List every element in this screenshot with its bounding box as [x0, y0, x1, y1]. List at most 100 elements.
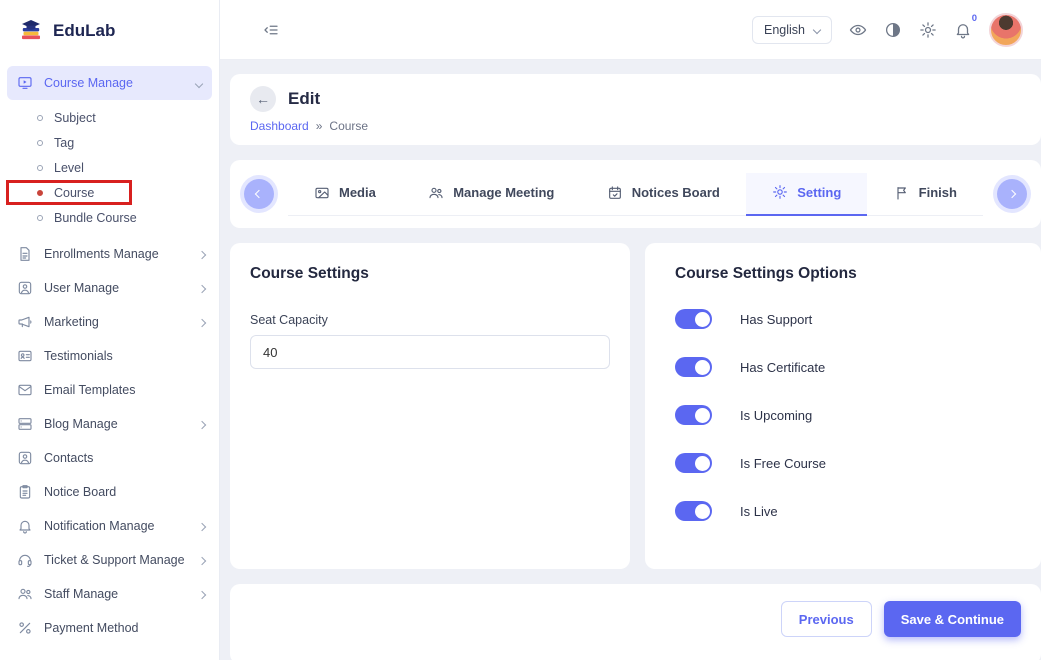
chevron-right-icon	[199, 519, 205, 533]
staff-icon	[17, 586, 33, 602]
tab-strip: Media Manage Meeting Notices Board Setti…	[288, 173, 983, 216]
has-certificate-toggle[interactable]	[675, 357, 712, 377]
chevron-right-icon	[199, 247, 205, 261]
sidebar-item-marketing[interactable]: Marketing	[0, 305, 219, 339]
app-root: EduLab Course Manage Subject Tag Level C…	[0, 0, 1041, 660]
language-value: English	[764, 23, 805, 37]
sidebar-nav: Course Manage Subject Tag Level Course B…	[0, 62, 219, 645]
user-avatar[interactable]	[989, 13, 1023, 47]
sidebar-item-testimonials[interactable]: Testimonials	[0, 339, 219, 373]
sidebar-item-notice-board[interactable]: Notice Board	[0, 475, 219, 509]
course-manage-icon	[17, 75, 33, 91]
sidebar-item-payment-method[interactable]: Payment Method	[0, 611, 219, 645]
is-live-toggle[interactable]	[675, 501, 712, 521]
tab-media[interactable]: Media	[288, 173, 402, 215]
blog-icon	[17, 416, 33, 432]
sidebar-item-label: Email Templates	[44, 383, 135, 397]
tabs-scroll-left-button[interactable]	[244, 179, 274, 209]
bullet-icon	[37, 190, 43, 196]
sidebar-item-course-manage[interactable]: Course Manage	[7, 66, 212, 100]
subitem-label: Bundle Course	[54, 211, 137, 225]
sidebar-subitem-subject[interactable]: Subject	[0, 105, 219, 130]
page-title: Edit	[288, 89, 320, 109]
contacts-icon	[17, 450, 33, 466]
page-content: ← Edit Dashboard » Course Media	[220, 60, 1041, 660]
chevron-right-icon	[199, 417, 205, 431]
is-upcoming-toggle[interactable]	[675, 405, 712, 425]
subitem-label: Level	[54, 161, 84, 175]
bullet-icon	[37, 140, 43, 146]
sidebar-item-notification-manage[interactable]: Notification Manage	[0, 509, 219, 543]
chevron-right-icon	[199, 281, 205, 295]
page-head-card: ← Edit Dashboard » Course	[230, 74, 1041, 145]
toggle-list: Has Support Has Certificate Is Upcoming	[675, 295, 1021, 535]
breadcrumb: Dashboard » Course	[250, 119, 1021, 133]
toggle-row-is-free-course: Is Free Course	[675, 439, 1021, 487]
breadcrumb-separator: »	[316, 119, 323, 133]
previous-button[interactable]: Previous	[781, 601, 872, 637]
bullet-icon	[37, 165, 43, 171]
toggle-row-is-live: Is Live	[675, 487, 1021, 535]
headset-icon	[17, 552, 33, 568]
course-settings-options-card: Course Settings Options Has Support Has …	[645, 243, 1041, 569]
tab-notices-board[interactable]: Notices Board	[581, 173, 746, 215]
course-submenu: Subject Tag Level Course Bundle Course	[0, 105, 219, 230]
sidebar: EduLab Course Manage Subject Tag Level C…	[0, 0, 220, 660]
settings-gear-icon[interactable]	[919, 21, 937, 39]
sidebar-item-contacts[interactable]: Contacts	[0, 441, 219, 475]
language-select[interactable]: English	[752, 16, 832, 44]
topbar-right: English 0	[752, 13, 1023, 47]
course-settings-card: Course Settings Seat Capacity	[230, 243, 630, 569]
theme-contrast-icon[interactable]	[884, 21, 902, 39]
breadcrumb-dashboard-link[interactable]: Dashboard	[250, 119, 309, 133]
tab-manage-meeting[interactable]: Manage Meeting	[402, 173, 580, 215]
has-support-toggle[interactable]	[675, 309, 712, 329]
percent-icon	[17, 620, 33, 636]
gear-icon	[772, 184, 788, 200]
sidebar-subitem-level[interactable]: Level	[0, 155, 219, 180]
toggle-row-is-upcoming: Is Upcoming	[675, 391, 1021, 439]
toggle-label: Is Upcoming	[740, 408, 812, 423]
sidebar-item-label: Notification Manage	[44, 519, 154, 533]
subitem-label: Tag	[54, 136, 74, 150]
sidebar-item-label: Marketing	[44, 315, 99, 329]
edulab-logo[interactable]: EduLab	[0, 0, 219, 62]
chevron-right-icon	[199, 553, 205, 567]
chevron-right-icon	[199, 587, 205, 601]
wizard-footer-card: Previous Save & Continue	[230, 584, 1041, 660]
user-icon	[17, 280, 33, 296]
sidebar-item-label: Course Manage	[44, 76, 133, 90]
sidebar-subitem-tag[interactable]: Tag	[0, 130, 219, 155]
sidebar-item-email-templates[interactable]: Email Templates	[0, 373, 219, 407]
sidebar-collapse-icon[interactable]	[262, 21, 280, 39]
bullet-icon	[37, 215, 43, 221]
sidebar-item-enrollments-manage[interactable]: Enrollments Manage	[0, 237, 219, 271]
image-icon	[314, 185, 330, 201]
tab-finish[interactable]: Finish	[868, 173, 983, 215]
subitem-label: Subject	[54, 111, 96, 125]
toggle-label: Has Certificate	[740, 360, 825, 375]
sidebar-item-label: Staff Manage	[44, 587, 118, 601]
breadcrumb-current: Course	[329, 119, 368, 133]
calendar-check-icon	[607, 185, 623, 201]
sidebar-item-staff-manage[interactable]: Staff Manage	[0, 577, 219, 611]
notifications-bell-icon[interactable]: 0	[954, 21, 972, 39]
settings-row: Course Settings Seat Capacity Course Set…	[230, 243, 1041, 569]
is-free-course-toggle[interactable]	[675, 453, 712, 473]
toggle-row-has-support: Has Support	[675, 295, 1021, 343]
back-button[interactable]: ←	[250, 86, 276, 112]
chevron-down-icon	[813, 25, 821, 33]
mail-icon	[17, 382, 33, 398]
seat-capacity-input[interactable]	[250, 335, 610, 369]
tab-setting[interactable]: Setting	[746, 173, 867, 216]
eye-icon[interactable]	[849, 21, 867, 39]
clipboard-icon	[17, 484, 33, 500]
sidebar-item-blog-manage[interactable]: Blog Manage	[0, 407, 219, 441]
sidebar-item-user-manage[interactable]: User Manage	[0, 271, 219, 305]
sidebar-item-label: Ticket & Support Manage	[44, 553, 185, 567]
sidebar-subitem-course[interactable]: Course	[0, 180, 219, 205]
sidebar-subitem-bundle-course[interactable]: Bundle Course	[0, 205, 219, 230]
tabs-scroll-right-button[interactable]	[997, 179, 1027, 209]
sidebar-item-ticket-support-manage[interactable]: Ticket & Support Manage	[0, 543, 219, 577]
save-continue-button[interactable]: Save & Continue	[884, 601, 1021, 637]
